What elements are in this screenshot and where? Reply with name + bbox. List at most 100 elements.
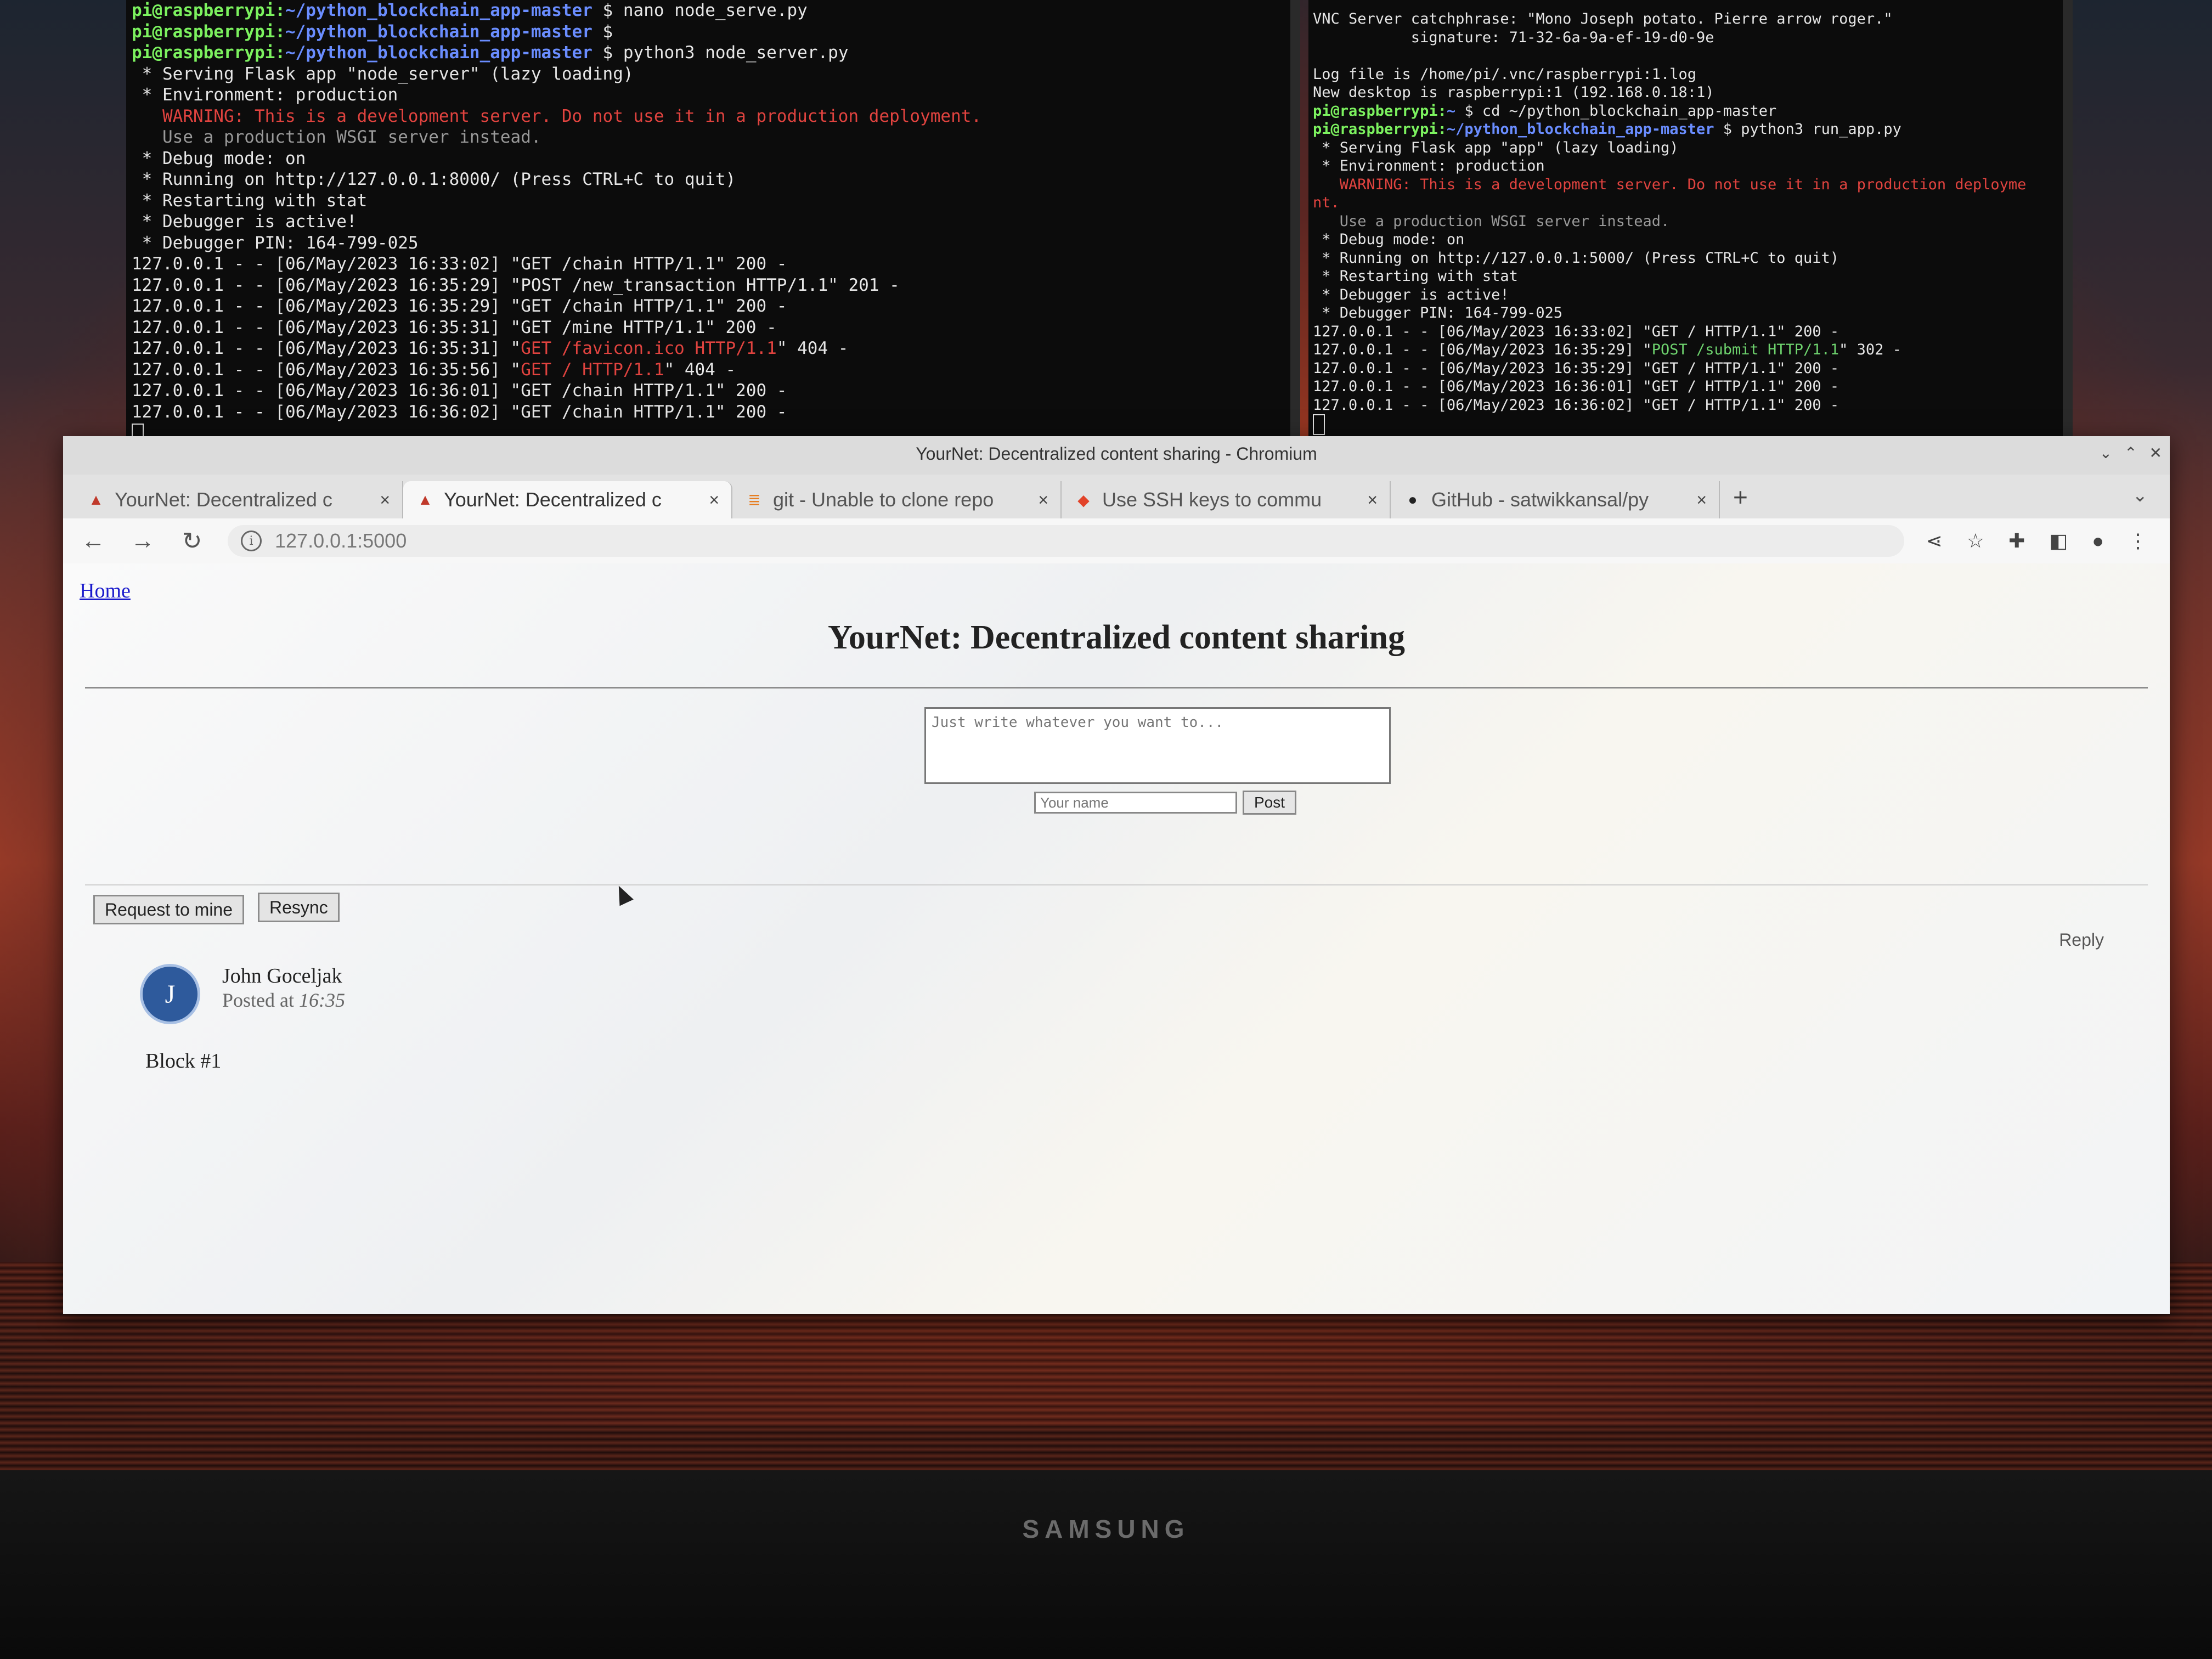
terminal-prompt-line: pi@raspberrypi:~/python_blockchain_app-m…	[132, 0, 1300, 21]
log-status: " 200 -	[715, 381, 787, 400]
log-request: GET /chain HTTP/1.1	[521, 296, 715, 316]
tab-search-icon[interactable]: ⌄	[2132, 484, 2148, 506]
log-prefix: 127.0.0.1 - - [06/May/2023 16:35:29] "	[132, 296, 521, 316]
bookmark-star-icon[interactable]: ☆	[1967, 529, 1984, 552]
forward-icon[interactable]: →	[129, 527, 156, 555]
terminal-output-line: * Debugger PIN: 164-799-025	[1313, 304, 1563, 321]
log-prefix: 127.0.0.1 - - [06/May/2023 16:35:31] "	[132, 338, 521, 358]
prompt-command: $ nano node_serve.py	[592, 1, 808, 20]
terminal-output-line: New desktop is raspberrypi:1 (192.168.0.…	[1313, 84, 1714, 101]
window-titlebar[interactable]: YourNet: Decentralized content sharing -…	[63, 436, 2170, 475]
terminal-prompt-line: pi@raspberrypi:~/python_blockchain_app-m…	[1313, 120, 2073, 139]
terminal-node-server[interactable]: pi@raspberrypi:~/python_blockchain_app-m…	[126, 0, 1300, 442]
log-status: " 404 -	[776, 338, 849, 358]
maximize-icon[interactable]: ⌃	[2124, 444, 2137, 462]
terminal-scrollbar[interactable]	[2063, 0, 2073, 443]
back-icon[interactable]: ←	[80, 527, 107, 555]
log-status: " 201 -	[828, 275, 900, 295]
page-title: YourNet: Decentralized content sharing	[827, 619, 1406, 656]
tab-close-icon[interactable]: ×	[1696, 490, 1707, 510]
tab-close-icon[interactable]: ×	[1367, 490, 1378, 510]
new-tab-button[interactable]: +	[1733, 482, 1748, 512]
terminal-log-line: 127.0.0.1 - - [06/May/2023 16:35:56] "GE…	[132, 359, 1300, 381]
close-icon[interactable]: ✕	[2149, 444, 2162, 462]
terminal-log-line: 127.0.0.1 - - [06/May/2023 16:35:29] "PO…	[1313, 341, 2073, 359]
terminal-log-line: 127.0.0.1 - - [06/May/2023 16:36:01] "GE…	[1313, 377, 2073, 396]
home-link[interactable]: Home	[80, 579, 131, 603]
log-request: GET / HTTP/1.1	[521, 359, 664, 380]
terminal-prompt-line: pi@raspberrypi:~ $ cd ~/python_blockchai…	[1313, 102, 2073, 121]
terminal-output-line: * Running on http://127.0.0.1:5000/ (Pre…	[1313, 249, 1839, 267]
tab-label: GitHub - satwikkansal/py	[1431, 488, 1649, 511]
terminal-output-line: * Serving Flask app "node_server" (lazy …	[132, 64, 634, 84]
tab-close-icon[interactable]: ×	[709, 490, 719, 510]
log-request: GET /favicon.ico HTTP/1.1	[521, 338, 777, 358]
log-request: POST /new_transaction HTTP/1.1	[521, 275, 828, 295]
prompt-path: ~/python_blockchain_app-master	[285, 43, 592, 63]
profile-icon[interactable]: ●	[2092, 529, 2104, 552]
post-content-textarea[interactable]	[924, 707, 1391, 784]
browser-tab[interactable]: ◆ Use SSH keys to commu ×	[1062, 481, 1391, 518]
reload-icon[interactable]: ↻	[178, 527, 206, 555]
chromium-window: YourNet: Decentralized content sharing -…	[63, 436, 2170, 1314]
share-icon[interactable]: ⋖	[1926, 529, 1943, 552]
minimize-icon[interactable]: ⌄	[2100, 444, 2112, 462]
post-timestamp: Posted at 16:35	[222, 989, 345, 1012]
log-prefix: 127.0.0.1 - - [06/May/2023 16:35:29] "	[1313, 341, 1652, 358]
log-prefix: 127.0.0.1 - - [06/May/2023 16:36:02] "	[132, 402, 521, 422]
terminal-output-line: WARNING: This is a development server. D…	[132, 106, 982, 126]
browser-tab[interactable]: ▲ YourNet: Decentralized c ×	[74, 481, 403, 518]
side-panel-icon[interactable]: ◧	[2049, 529, 2068, 552]
log-prefix: 127.0.0.1 - - [06/May/2023 16:35:29] "	[132, 275, 521, 295]
terminal-prompt-line: pi@raspberrypi:~/python_blockchain_app-m…	[132, 21, 1300, 43]
prompt-command: $ python3 node_server.py	[592, 43, 849, 63]
log-request: GET / HTTP/1.1	[1651, 359, 1777, 377]
info-icon[interactable]: i	[241, 531, 262, 551]
log-request: GET / HTTP/1.1	[1651, 396, 1777, 414]
toolbar-actions: ⋖ ☆ ✚ ◧ ● ⋮	[1926, 529, 2148, 552]
author-name-input[interactable]	[1034, 792, 1237, 814]
address-bar[interactable]: i 127.0.0.1:5000	[228, 525, 1904, 557]
window-controls: ⌄ ⌃ ✕	[2100, 444, 2162, 462]
posted-prefix: Posted at	[222, 989, 299, 1011]
terminal-run-app[interactable]: VNC Server catchphrase: "Mono Joseph pot…	[1308, 0, 2073, 443]
post-body: Block #1	[145, 1049, 222, 1073]
terminal-output-line: * Serving Flask app "app" (lazy loading)	[1313, 139, 1679, 156]
browser-tab[interactable]: ≣ git - Unable to clone repo ×	[732, 481, 1062, 518]
tab-label: Use SSH keys to commu	[1102, 488, 1322, 511]
log-request: GET /chain HTTP/1.1	[521, 381, 715, 400]
post-button[interactable]: Post	[1243, 791, 1297, 815]
request-to-mine-button[interactable]: Request to mine	[93, 895, 245, 924]
resync-button[interactable]: Resync	[258, 893, 340, 922]
terminal-output-line: Use a production WSGI server instead.	[132, 127, 541, 147]
log-prefix: 127.0.0.1 - - [06/May/2023 16:35:31] "	[132, 317, 521, 337]
terminal-output-line: Log file is /home/pi/.vnc/raspberrypi:1.…	[1313, 65, 1696, 83]
browser-toolbar: ← → ↻ i 127.0.0.1:5000 ⋖ ☆ ✚ ◧ ● ⋮	[63, 518, 2170, 565]
github-icon: ●	[1408, 491, 1418, 508]
monitor-brand-logo: SAMSUNG	[1022, 1515, 1190, 1543]
tab-close-icon[interactable]: ×	[1038, 490, 1048, 510]
log-status: " 200 -	[715, 296, 787, 316]
terminal-prompt-line: pi@raspberrypi:~/python_blockchain_app-m…	[132, 42, 1300, 64]
log-prefix: 127.0.0.1 - - [06/May/2023 16:33:02] "	[1313, 323, 1652, 340]
extensions-icon[interactable]: ✚	[2008, 529, 2025, 552]
prompt-path: ~/python_blockchain_app-master	[285, 21, 592, 42]
log-request: GET /chain HTTP/1.1	[521, 402, 715, 422]
menu-icon[interactable]: ⋮	[2128, 529, 2148, 552]
browser-tab[interactable]: ● GitHub - satwikkansal/py ×	[1391, 481, 1720, 518]
prompt-command: $ python3 run_app.py	[1714, 121, 1901, 138]
log-status: " 200 -	[715, 402, 787, 422]
log-request: POST /submit HTTP/1.1	[1651, 341, 1839, 358]
tab-close-icon[interactable]: ×	[380, 490, 390, 510]
prompt-command: $ cd ~/python_blockchain_app-master	[1455, 102, 1777, 120]
terminal-output-line: * Debugger PIN: 164-799-025	[132, 233, 419, 253]
prompt-user: pi@raspberrypi:	[132, 1, 285, 20]
terminal-output-line: * Restarting with stat	[1313, 268, 1518, 285]
flask-icon: ▲	[88, 491, 104, 508]
terminal-output-line: * Debugger is active!	[132, 212, 357, 232]
terminal-cursor	[1313, 414, 1325, 435]
reply-link[interactable]: Reply	[2059, 930, 2104, 950]
terminal-scrollbar[interactable]	[1290, 0, 1300, 442]
log-prefix: 127.0.0.1 - - [06/May/2023 16:35:29] "	[1313, 359, 1652, 377]
browser-tab[interactable]: ▲ YourNet: Decentralized c ×	[403, 481, 732, 518]
